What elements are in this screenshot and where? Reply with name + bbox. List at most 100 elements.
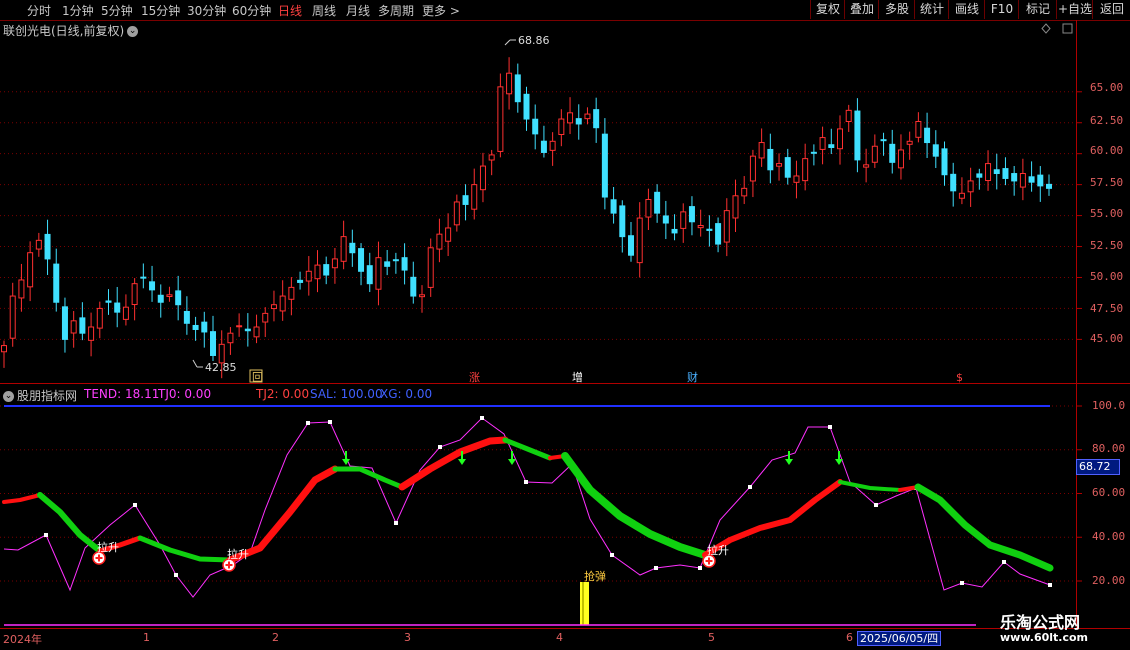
candle-body [244,328,251,332]
chart-canvas[interactable]: 68.8642.85 拉升拉升 拉升抢弹 回涨增财 $ [0,0,1130,650]
tend-point [44,533,48,537]
candle-body [601,133,608,198]
candle-body [445,227,452,242]
candle-body [18,279,25,299]
candle-body [924,127,931,144]
candle-body [558,118,565,136]
candle-body [79,317,86,334]
time-tick: 4 [556,631,563,644]
watermark-site-name: 乐淘公式网 [1000,613,1081,632]
candle-body [358,248,365,272]
candle-body [741,187,748,197]
candle-body [1002,168,1009,179]
candle-body [1019,172,1026,188]
grid-lines [0,20,1130,629]
candle-body [897,149,904,169]
indicator-name: 股朋指标网 [17,389,78,403]
time-tick: 1 [143,631,150,644]
candle-body [628,235,634,256]
candle-body [27,252,34,288]
candle-body [958,192,965,199]
candle-body [35,239,42,250]
chevron-down-icon[interactable]: ⌄ [3,391,14,402]
high-pointer [504,39,511,46]
trend-ribbon [914,483,1054,572]
price-tick: 60.00 [1090,144,1124,157]
tend-point [480,416,484,420]
price-tick: 55.00 [1090,207,1124,220]
cursor-date: 2025/06/05/四 [857,631,942,646]
candle-body [44,233,51,260]
candle-body [906,140,913,145]
rebound-bar [582,582,584,625]
candle-body [236,325,243,328]
sell-arrow-icon [785,459,793,465]
candle-body [262,312,269,323]
candle-body [166,294,173,297]
price-tick: 45.00 [1090,332,1124,345]
candle-body [645,198,652,218]
indicator-value: TJ0: 0.00 [158,387,212,401]
indicator-value: SAL: 100.00 [310,387,383,401]
candle-body [767,148,774,171]
tend-point [748,485,752,489]
candle-body [880,139,887,142]
candle-body [157,294,164,303]
sell-arrow-icon [458,459,466,465]
candle-body [1046,183,1052,189]
trend-ribbon [2,493,42,504]
candle-body [567,112,574,124]
tend-line [3,417,1051,598]
candle-body [88,326,95,341]
tend-point [874,503,878,507]
event-marker: 财 [687,370,698,384]
candle-body [401,257,408,271]
candle-body [680,211,687,229]
lift-signal-label: 拉升 [707,543,729,557]
indicator-tick: 20.00 [1092,574,1126,587]
candlesticks: 68.86 42.85 [1,34,1052,379]
candle-body [854,110,861,161]
high-label: 68.86 [518,34,550,47]
candle-body [662,215,669,224]
indicator-value: TJ2: 0.00 [256,387,310,401]
indicator-tick: 60.00 [1092,486,1126,499]
candle-body [305,270,312,282]
candle-body [314,264,321,280]
candle-body [349,242,356,254]
candle-body [114,302,121,313]
candle-body [950,173,957,192]
rebound-bar [580,582,589,625]
candle-body [1037,174,1044,187]
watermark-url: www.60lt.com [1000,631,1089,644]
tend-point [828,425,832,429]
candle-body [941,148,948,176]
price-tick: 57.50 [1090,176,1124,189]
price-tick: 52.50 [1090,239,1124,252]
time-tick: 5 [708,631,715,644]
candle-body [654,191,661,214]
candle-body [784,157,791,178]
sell-arrow-icon [835,459,843,465]
candle-body [375,257,382,290]
panel-toggle-icon[interactable] [1062,23,1073,34]
low-label: 42.85 [205,361,237,374]
candle-body [9,295,16,339]
diamond-icon[interactable] [1041,23,1051,34]
tend-point [1048,583,1052,587]
tend-point [394,521,398,525]
candle-body [436,233,443,250]
candle-body [584,113,591,120]
candle-body [192,324,199,330]
candle-body [532,118,539,135]
time-tick: 6 [846,631,853,644]
candle-body [523,93,530,120]
indicator-tick: 100.0 [1092,399,1126,412]
price-tick: 65.00 [1090,81,1124,94]
candle-body [323,264,330,276]
tend-point [524,480,528,484]
candle-body [279,295,286,312]
candle-body [105,300,112,303]
event-marker: $ [956,371,963,384]
candle-body [53,263,60,303]
